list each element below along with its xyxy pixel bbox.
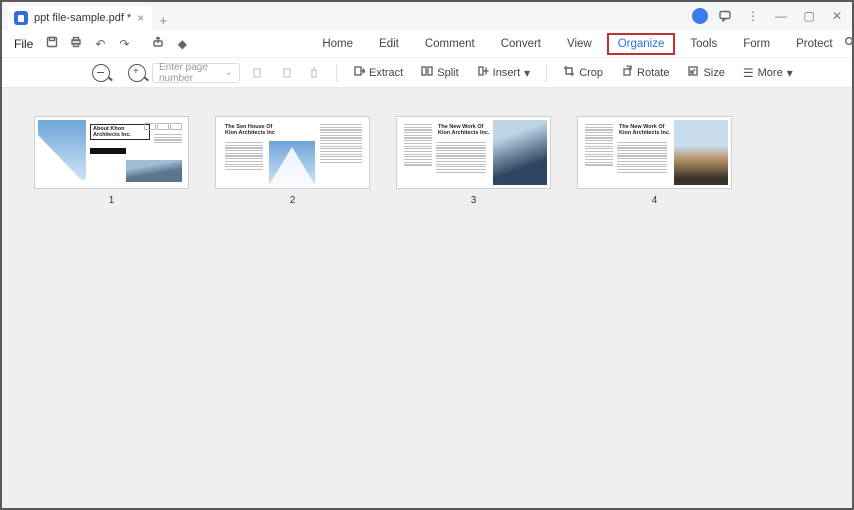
slide-title: About Khon Architects Inc. (90, 124, 150, 140)
crop-button[interactable]: Crop (557, 62, 609, 83)
menu-bar: File ↶ ↷ ◆ Home Edit Comment Convert Vie… (2, 30, 852, 58)
share-icon[interactable] (149, 36, 167, 51)
menu-edit[interactable]: Edit (368, 33, 410, 55)
page-number-label: 4 (652, 195, 658, 206)
menu-protect[interactable]: Protect (785, 33, 843, 55)
menu-view[interactable]: View (556, 33, 603, 55)
search-icon (844, 36, 854, 51)
rotate-left-disabled-icon (246, 64, 270, 82)
tab-title: ppt file-sample.pdf * (34, 12, 131, 24)
split-icon (421, 65, 433, 80)
kebab-menu-icon[interactable]: ⋮ (742, 6, 764, 26)
thumbnails-grid: About Khon Architects Inc. 1 The Sen Hou… (34, 116, 820, 206)
undo-icon[interactable]: ↶ (91, 37, 109, 51)
search-tools[interactable]: Search Tools ◔ △ (844, 32, 854, 56)
quick-access-toolbar: ↶ ↷ ◆ (43, 36, 191, 51)
zoom-out-button[interactable] (92, 64, 110, 82)
organize-toolbar: Enter page number ⌄ Extract Split Insert… (2, 58, 852, 88)
page-number-label: 1 (109, 195, 115, 206)
page-thumbnail-1[interactable]: About Khon Architects Inc. (34, 116, 189, 189)
minimize-button[interactable]: — (770, 6, 792, 26)
close-window-button[interactable]: ✕ (826, 6, 848, 26)
page-number-label: 2 (290, 195, 296, 206)
slide-title: The New Work Of Kion Architects Inc. (438, 124, 490, 136)
save-icon[interactable] (43, 36, 61, 51)
main-menus: Home Edit Comment Convert View Organize … (311, 33, 843, 55)
crop-icon (563, 65, 575, 80)
zoom-in-button[interactable] (128, 64, 146, 82)
redo-icon[interactable]: ↷ (115, 37, 133, 51)
close-tab-icon[interactable]: × (137, 11, 144, 25)
print-icon[interactable] (67, 36, 85, 51)
page-thumbnails-area: About Khon Architects Inc. 1 The Sen Hou… (2, 88, 852, 508)
file-menu[interactable]: File (8, 37, 39, 51)
app-icon (14, 11, 28, 25)
more-icon: ☰ (743, 66, 754, 80)
page-number-label: 3 (471, 195, 477, 206)
rotate-button[interactable]: Rotate (615, 62, 675, 83)
app-window: ppt file-sample.pdf * × + ⋮ — ▢ ✕ File ↶… (0, 0, 854, 510)
menu-convert[interactable]: Convert (490, 33, 552, 55)
thumbnail-item: The Sen House Of Kion Architects Inc 2 (215, 116, 370, 206)
window-controls: ⋮ — ▢ ✕ (692, 2, 852, 30)
page-thumbnail-3[interactable]: The New Work Of Kion Architects Inc. (396, 116, 551, 189)
slide-title: The Sen House Of Kion Architects Inc (225, 124, 285, 136)
page-number-input[interactable]: Enter page number ⌄ (152, 63, 240, 83)
thumbnail-item: About Khon Architects Inc. 1 (34, 116, 189, 206)
comment-bubble-icon[interactable] (714, 6, 736, 26)
size-button[interactable]: Size (681, 62, 730, 83)
menu-organize[interactable]: Organize (607, 33, 676, 55)
menu-home[interactable]: Home (311, 33, 364, 55)
rotate-icon (621, 65, 633, 80)
extract-button[interactable]: Extract (347, 62, 409, 83)
maximize-button[interactable]: ▢ (798, 6, 820, 26)
chevron-down-icon: ▾ (524, 66, 530, 80)
document-tab[interactable]: ppt file-sample.pdf * × (8, 6, 152, 30)
chevron-down-icon: ▾ (787, 66, 793, 80)
user-avatar-icon[interactable] (692, 8, 708, 24)
qat-dropdown-icon[interactable]: ◆ (173, 37, 191, 51)
delete-disabled-icon (302, 64, 326, 82)
slide-title: The New Work Of Kion Architects Inc. (619, 124, 671, 136)
extract-icon (353, 65, 365, 80)
thumbnail-item: The New Work Of Kion Architects Inc. 4 (577, 116, 732, 206)
page-input-placeholder: Enter page number (159, 62, 225, 84)
insert-button[interactable]: Insert▾ (471, 62, 537, 83)
page-thumbnail-2[interactable]: The Sen House Of Kion Architects Inc (215, 116, 370, 189)
rotate-right-disabled-icon (274, 64, 298, 82)
size-icon (687, 65, 699, 80)
menu-tools[interactable]: Tools (679, 33, 728, 55)
new-tab-button[interactable]: + (152, 13, 174, 30)
menu-form[interactable]: Form (732, 33, 781, 55)
insert-icon (477, 65, 489, 80)
split-button[interactable]: Split (415, 62, 464, 83)
page-thumbnail-4[interactable]: The New Work Of Kion Architects Inc. (577, 116, 732, 189)
menu-comment[interactable]: Comment (414, 33, 486, 55)
tab-bar: ppt file-sample.pdf * × + ⋮ — ▢ ✕ (2, 2, 852, 30)
more-button[interactable]: ☰More▾ (737, 63, 799, 83)
chevron-down-icon: ⌄ (225, 67, 233, 78)
thumbnail-item: The New Work Of Kion Architects Inc. 3 (396, 116, 551, 206)
